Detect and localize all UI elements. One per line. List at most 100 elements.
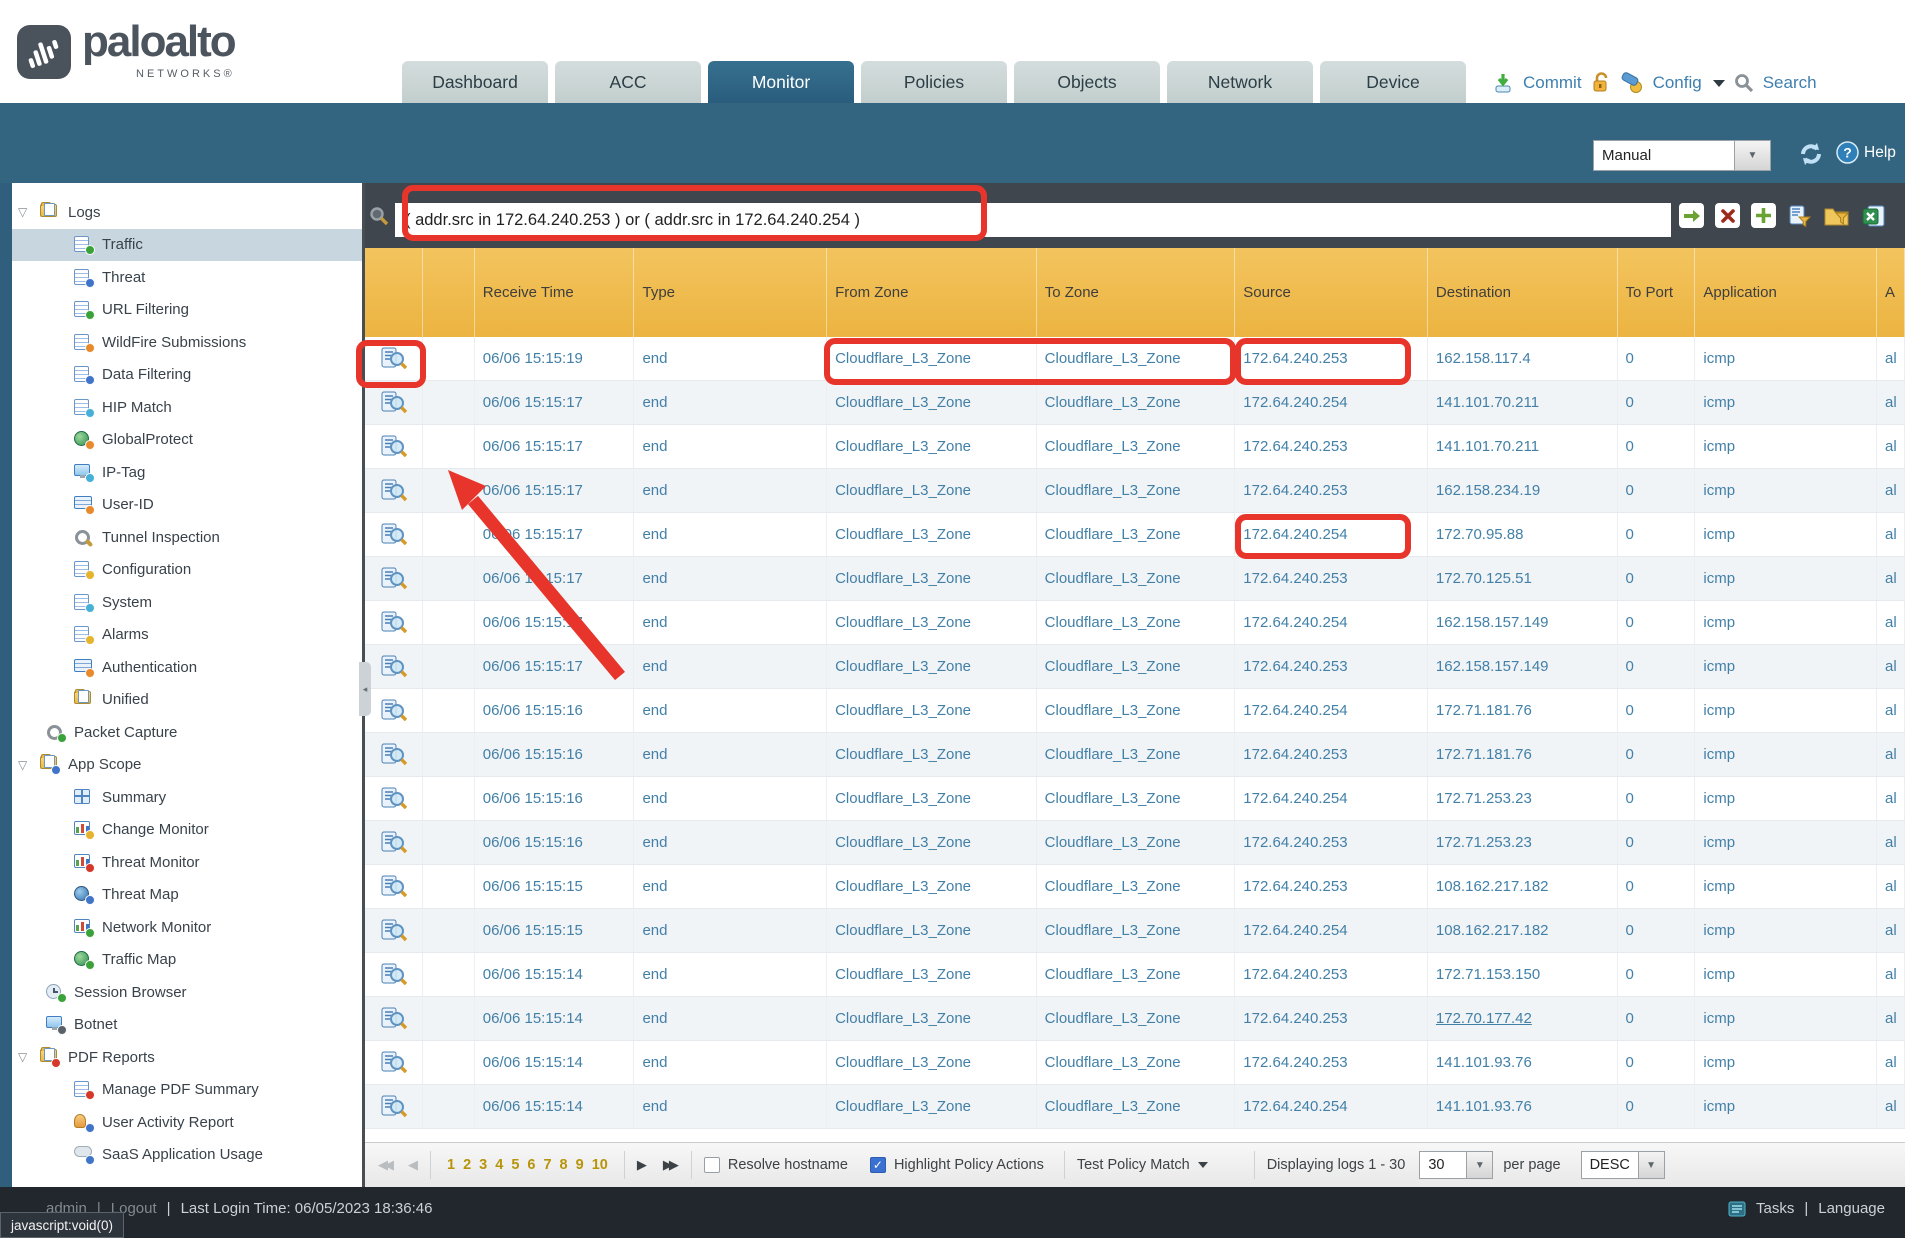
page-4[interactable]: 4 [495, 1157, 503, 1173]
cell-to-zone[interactable]: Cloudflare_L3_Zone [1037, 469, 1236, 512]
per-page-value[interactable]: 30 [1419, 1151, 1467, 1179]
log-detail-cell[interactable] [365, 513, 423, 556]
cell-application[interactable]: icmp [1695, 645, 1877, 688]
cell-to-port[interactable]: 0 [1618, 425, 1696, 468]
cell-destination[interactable]: 172.71.181.76 [1428, 733, 1618, 776]
cell-to-port[interactable]: 0 [1618, 777, 1696, 820]
sidebar-item-data-filtering[interactable]: Data Filtering [12, 359, 362, 392]
per-page-dropdown-icon[interactable] [1467, 1151, 1493, 1179]
cell-destination[interactable]: 108.162.217.182 [1428, 909, 1618, 952]
sidebar-item-session-browser[interactable]: Session Browser [12, 976, 362, 1009]
cell-receive-time[interactable]: 06/06 15:15:16 [475, 733, 635, 776]
expander-icon[interactable] [18, 205, 34, 219]
column-header-type[interactable]: Type [634, 248, 827, 337]
cell-from-zone[interactable]: Cloudflare_L3_Zone [827, 645, 1037, 688]
cell-to-zone[interactable]: Cloudflare_L3_Zone [1037, 425, 1236, 468]
cell-destination[interactable]: 172.70.177.42 [1428, 997, 1618, 1040]
cell-receive-time[interactable]: 06/06 15:15:16 [475, 689, 635, 732]
log-detail-cell[interactable] [365, 689, 423, 732]
cell-destination[interactable]: 141.101.70.211 [1428, 425, 1618, 468]
refresh-mode-value[interactable]: Manual [1593, 140, 1735, 171]
config-caret-icon[interactable] [1713, 80, 1725, 87]
cell-type[interactable]: end [634, 689, 827, 732]
log-detail-cell[interactable] [365, 1085, 423, 1128]
page-1[interactable]: 1 [447, 1157, 455, 1173]
cell-application[interactable]: icmp [1695, 557, 1877, 600]
cell-action[interactable]: al [1877, 777, 1905, 820]
cell-type[interactable]: end [634, 425, 827, 468]
apply-filter-button[interactable] [1679, 203, 1704, 228]
cell-action[interactable]: al [1877, 997, 1905, 1040]
page-5[interactable]: 5 [511, 1157, 519, 1173]
load-filter-button[interactable] [1824, 203, 1850, 228]
cell-from-zone[interactable]: Cloudflare_L3_Zone [827, 909, 1037, 952]
page-3[interactable]: 3 [479, 1157, 487, 1173]
resolve-hostname-checkbox[interactable] [704, 1157, 720, 1173]
cell-application[interactable]: icmp [1695, 425, 1877, 468]
cell-application[interactable]: icmp [1695, 997, 1877, 1040]
cell-source[interactable]: 172.64.240.254 [1235, 1085, 1428, 1128]
cell-to-zone[interactable]: Cloudflare_L3_Zone [1037, 953, 1236, 996]
sort-order-select[interactable]: DESC [1581, 1151, 1665, 1179]
last-page-icon[interactable]: ▶▶ [663, 1157, 675, 1173]
sidebar-item-globalprotect[interactable]: GlobalProtect [12, 424, 362, 457]
cell-source[interactable]: 172.64.240.253 [1235, 337, 1428, 380]
cell-to-zone[interactable]: Cloudflare_L3_Zone [1037, 909, 1236, 952]
cell-from-zone[interactable]: Cloudflare_L3_Zone [827, 997, 1037, 1040]
cell-action[interactable]: al [1877, 601, 1905, 644]
log-detail-cell[interactable] [365, 733, 423, 776]
sort-order-value[interactable]: DESC [1581, 1151, 1639, 1179]
cell-from-zone[interactable]: Cloudflare_L3_Zone [827, 425, 1037, 468]
cell-receive-time[interactable]: 06/06 15:15:17 [475, 513, 635, 556]
cell-to-zone[interactable]: Cloudflare_L3_Zone [1037, 689, 1236, 732]
cell-from-zone[interactable]: Cloudflare_L3_Zone [827, 953, 1037, 996]
cell-action[interactable]: al [1877, 865, 1905, 908]
column-header-a[interactable]: A [1877, 248, 1905, 337]
cell-destination[interactable]: 162.158.117.4 [1428, 337, 1618, 380]
cell-source[interactable]: 172.64.240.254 [1235, 689, 1428, 732]
cell-application[interactable]: icmp [1695, 821, 1877, 864]
cell-from-zone[interactable]: Cloudflare_L3_Zone [827, 777, 1037, 820]
sidebar-item-traffic-map[interactable]: Traffic Map [12, 944, 362, 977]
cell-type[interactable]: end [634, 733, 827, 776]
cell-type[interactable]: end [634, 865, 827, 908]
cell-type[interactable]: end [634, 953, 827, 996]
cell-source[interactable]: 172.64.240.254 [1235, 601, 1428, 644]
log-detail-cell[interactable] [365, 425, 423, 468]
filter-builder-button[interactable] [1787, 203, 1813, 228]
cell-application[interactable]: icmp [1695, 689, 1877, 732]
cell-type[interactable]: end [634, 909, 827, 952]
cell-type[interactable]: end [634, 337, 827, 380]
tab-device[interactable]: Device [1320, 61, 1466, 103]
cell-destination[interactable]: 172.70.95.88 [1428, 513, 1618, 556]
cell-to-zone[interactable]: Cloudflare_L3_Zone [1037, 777, 1236, 820]
cell-destination[interactable]: 141.101.93.76 [1428, 1041, 1618, 1084]
help-button[interactable]: ? Help [1836, 141, 1896, 164]
cell-to-port[interactable]: 0 [1618, 1041, 1696, 1084]
cell-to-zone[interactable]: Cloudflare_L3_Zone [1037, 997, 1236, 1040]
cell-receive-time[interactable]: 06/06 15:15:15 [475, 865, 635, 908]
cell-destination[interactable]: 162.158.157.149 [1428, 645, 1618, 688]
cell-action[interactable]: al [1877, 337, 1905, 380]
cell-source[interactable]: 172.64.240.254 [1235, 381, 1428, 424]
page-8[interactable]: 8 [560, 1157, 568, 1173]
add-filter-button[interactable] [1751, 203, 1776, 228]
cell-destination[interactable]: 162.158.234.19 [1428, 469, 1618, 512]
cell-receive-time[interactable]: 06/06 15:15:15 [475, 909, 635, 952]
cell-to-port[interactable]: 0 [1618, 865, 1696, 908]
cell-receive-time[interactable]: 06/06 15:15:14 [475, 997, 635, 1040]
cell-action[interactable]: al [1877, 425, 1905, 468]
cell-to-port[interactable]: 0 [1618, 645, 1696, 688]
cell-source[interactable]: 172.64.240.253 [1235, 557, 1428, 600]
cell-action[interactable]: al [1877, 689, 1905, 732]
sidebar-item-logs[interactable]: Logs [12, 196, 362, 229]
cell-to-zone[interactable]: Cloudflare_L3_Zone [1037, 645, 1236, 688]
cell-application[interactable]: icmp [1695, 469, 1877, 512]
cell-application[interactable]: icmp [1695, 513, 1877, 556]
cell-type[interactable]: end [634, 821, 827, 864]
cell-receive-time[interactable]: 06/06 15:15:17 [475, 645, 635, 688]
cell-source[interactable]: 172.64.240.254 [1235, 909, 1428, 952]
sidebar-item-unified[interactable]: Unified [12, 684, 362, 717]
cell-source[interactable]: 172.64.240.254 [1235, 777, 1428, 820]
sidebar-item-pdf-reports[interactable]: PDF Reports [12, 1041, 362, 1074]
